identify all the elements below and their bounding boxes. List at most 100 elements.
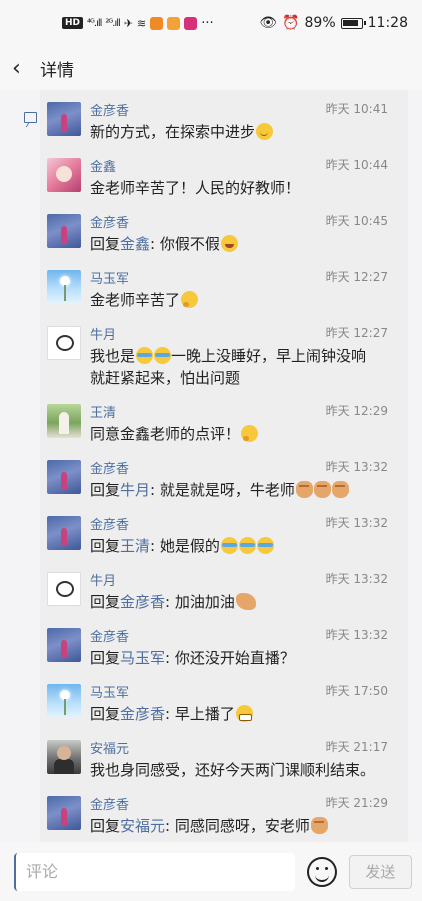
fist-emoji-icon <box>310 817 328 834</box>
flexed-arm-emoji-icon <box>235 593 256 610</box>
battery-percent: 89% <box>304 15 336 31</box>
comment-list: 金彦香 昨天 10:41 新的方式，在探索中进步 金鑫 昨天 10:44 金老师… <box>40 90 408 842</box>
commenter-name[interactable]: 马玉军 <box>90 268 129 287</box>
smile-emoji-icon <box>256 123 274 140</box>
avatar[interactable] <box>47 270 81 304</box>
comment-time: 昨天 10:41 <box>325 102 388 116</box>
commenter-name[interactable]: 牛月 <box>90 570 116 589</box>
commenter-name[interactable]: 金彦香 <box>90 626 129 645</box>
fist-emoji-icon <box>295 481 313 498</box>
alarm-icon: ⏰ <box>282 15 300 31</box>
fist-emoji-icon <box>313 481 331 498</box>
comment-item[interactable]: 马玉军 昨天 12:27 金老师辛苦了 <box>40 258 408 314</box>
fist-emoji-icon <box>331 481 349 498</box>
comment-item[interactable]: 金彦香 昨天 21:29 回复安福元: 同感同感呀，安老师 <box>40 784 408 840</box>
commenter-name[interactable]: 牛月 <box>90 324 116 343</box>
eye-icon: 👁 <box>259 15 278 31</box>
commenter-name[interactable]: 金彦香 <box>90 100 129 119</box>
comment-item[interactable]: 马玉军 昨天 17:50 回复金彦香: 早上播了 <box>40 672 408 728</box>
comment-time: 昨天 10:44 <box>325 158 388 172</box>
comment-text: 我也身同感受，还好今天两门课顺利结束。 <box>90 761 376 779</box>
commenter-name[interactable]: 安福元 <box>90 738 129 757</box>
avatar[interactable] <box>47 158 81 192</box>
comment-list-area[interactable]: 金彦香 昨天 10:41 新的方式，在探索中进步 金鑫 昨天 10:44 金老师… <box>0 90 422 842</box>
commenter-name[interactable]: 金彦香 <box>90 514 129 533</box>
avatar[interactable] <box>47 796 81 830</box>
crying-laugh-emoji-icon <box>136 347 154 364</box>
reply-target-name[interactable]: 牛月 <box>120 481 150 499</box>
comment-input[interactable] <box>14 852 295 891</box>
reply-target-name[interactable]: 金彦香 <box>120 705 165 723</box>
reply-target-name[interactable]: 金彦香 <box>120 593 165 611</box>
commenter-name[interactable]: 金彦香 <box>90 458 129 477</box>
app-notification-3-icon <box>184 16 198 30</box>
battery-icon <box>340 17 366 29</box>
avatar[interactable] <box>47 628 81 662</box>
status-bar: HD ⁴ᴳ.ıll ²ᴳ.ıll ✈ ≋ ··· 👁 ⏰ 89% 11:28 <box>0 0 422 46</box>
commenter-name[interactable]: 金鑫 <box>90 156 116 175</box>
comment-item[interactable]: 金彦香 昨天 10:41 新的方式，在探索中进步 <box>40 90 408 146</box>
crying-laugh-emoji-icon <box>238 537 256 554</box>
signal-icon: ⁴ᴳ.ıll <box>87 17 102 29</box>
comment-item[interactable]: 王清 昨天 12:29 同意金鑫老师的点评！ <box>40 392 408 448</box>
comment-time: 昨天 13:32 <box>325 572 388 586</box>
signal-2-icon: ²ᴳ.ıll <box>105 17 120 29</box>
comment-text: 金老师辛苦了！人民的好教师！ <box>90 179 301 197</box>
more-icon: ··· <box>201 15 214 31</box>
comment-time: 昨天 17:50 <box>325 684 388 698</box>
comment-time: 昨天 13:32 <box>325 460 388 474</box>
nav-bar: ‹ 详情 <box>0 46 422 90</box>
thinking-emoji-icon <box>181 291 199 308</box>
avatar[interactable] <box>47 740 81 774</box>
comment-text: 金老师辛苦了 <box>90 289 390 311</box>
comment-time: 昨天 10:45 <box>325 214 388 228</box>
status-icons-right: 👁 ⏰ 89% 11:28 <box>259 15 408 31</box>
comment-text: 新的方式，在探索中进步 <box>90 121 390 143</box>
avatar[interactable] <box>47 214 81 248</box>
comment-item[interactable]: 金彦香 昨天 13:32 回复马玉军: 你还没开始直播？ <box>40 616 408 672</box>
commenter-name[interactable]: 金彦香 <box>90 212 129 231</box>
commenter-name[interactable]: 王清 <box>90 402 116 421</box>
clock: 11:28 <box>367 15 408 31</box>
comment-text: 回复马玉军: 你还没开始直播？ <box>90 649 295 667</box>
comment-time: 昨天 12:29 <box>325 404 388 418</box>
emoji-icon[interactable] <box>306 856 337 887</box>
hd-icon: HD <box>62 17 84 29</box>
status-icons-left: HD ⁴ᴳ.ıll ²ᴳ.ıll ✈ ≋ ··· <box>62 16 214 31</box>
comment-item[interactable]: 安福元 昨天 21:17 我也身同感受，还好今天两门课顺利结束。 <box>40 728 408 784</box>
crying-laugh-emoji-icon <box>220 537 238 554</box>
comment-item[interactable]: 金彦香 昨天 13:32 回复王清: 她是假的 <box>40 504 408 560</box>
avatar[interactable] <box>47 404 81 438</box>
comment-item[interactable]: 金彦香 昨天 10:45 回复金鑫: 你假不假 <box>40 202 408 258</box>
page-title: 详情 <box>40 60 74 81</box>
airplane-icon: ✈ <box>123 16 134 30</box>
avatar[interactable] <box>47 684 81 718</box>
avatar[interactable] <box>47 572 81 606</box>
comment-item[interactable]: 金彦香 昨天 13:32 回复牛月: 就是就是呀，牛老师 <box>40 448 408 504</box>
commenter-name[interactable]: 金彦香 <box>90 794 129 813</box>
comment-item[interactable]: 牛月 昨天 12:27 我也是 一晚上没睡好，早上闹钟没响 就赶紧起来，怕出问题 <box>40 314 408 392</box>
send-button[interactable]: 发送 <box>348 854 413 889</box>
crying-laugh-emoji-icon <box>256 537 274 554</box>
crying-laugh-emoji-icon <box>154 347 172 364</box>
reply-target-name[interactable]: 金鑫 <box>120 235 150 253</box>
comment-item[interactable]: 金鑫 昨天 10:44 金老师辛苦了！人民的好教师！ <box>40 146 408 202</box>
avatar[interactable] <box>47 326 81 360</box>
comment-text: 同意金鑫老师的点评！ <box>90 423 390 445</box>
app-notification-icon <box>150 16 164 30</box>
comment-text: 回复牛月: 就是就是呀，牛老师 <box>90 479 390 501</box>
comment-time: 昨天 21:17 <box>325 740 388 754</box>
avatar[interactable] <box>47 516 81 550</box>
avatar[interactable] <box>47 102 81 136</box>
reply-target-name[interactable]: 王清 <box>120 537 150 555</box>
comment-time: 昨天 12:27 <box>325 326 388 340</box>
reply-target-name[interactable]: 马玉军 <box>120 649 165 667</box>
reply-target-name[interactable]: 安福元 <box>120 817 165 835</box>
comment-item[interactable]: 牛月 昨天 13:32 回复金彦香: 加油加油 <box>40 560 408 616</box>
back-arrow-icon[interactable]: ‹ <box>12 56 34 81</box>
grin-emoji-icon <box>235 705 253 722</box>
commenter-name[interactable]: 马玉军 <box>90 682 129 701</box>
avatar[interactable] <box>47 460 81 494</box>
comment-text: 回复金彦香: 加油加油 <box>90 591 390 613</box>
laugh-emoji-icon <box>220 235 238 252</box>
